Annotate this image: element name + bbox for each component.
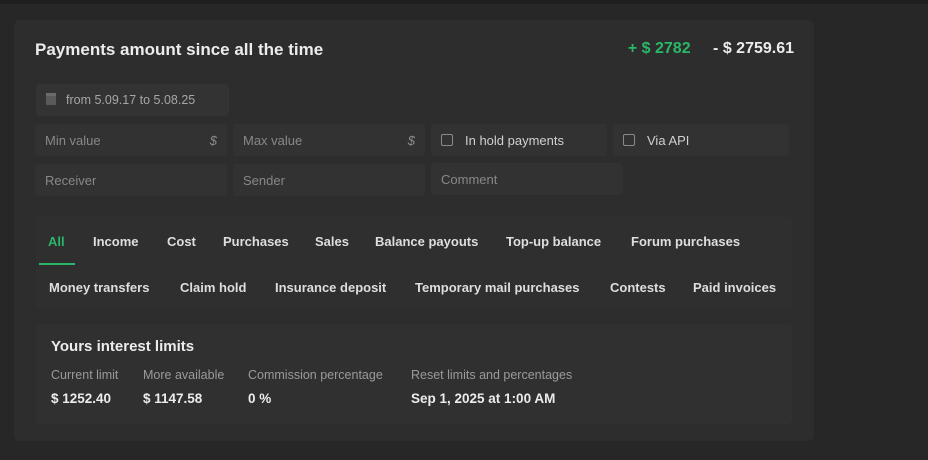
min-value-input[interactable]: Min value $ bbox=[35, 124, 227, 156]
checkbox-icon bbox=[623, 134, 635, 146]
top-bar bbox=[0, 0, 928, 4]
income-total: + $ 2782 bbox=[627, 40, 691, 57]
tab-forum-purchases[interactable]: Forum purchases bbox=[631, 234, 740, 249]
limits-title: Yours interest limits bbox=[51, 338, 195, 355]
more-available-label: More available bbox=[143, 368, 225, 382]
dollar-icon: $ bbox=[407, 132, 415, 148]
reset-label: Reset limits and percentages bbox=[411, 368, 573, 382]
date-range-picker[interactable]: from 5.09.17 to 5.08.25 bbox=[36, 84, 229, 116]
receiver-placeholder: Receiver bbox=[45, 172, 97, 188]
min-value-placeholder: Min value bbox=[45, 132, 101, 148]
max-value-input[interactable]: Max value $ bbox=[233, 124, 425, 156]
active-tab-underline bbox=[39, 263, 75, 265]
max-value-placeholder: Max value bbox=[243, 132, 303, 148]
more-available: More available $ 1147.58 bbox=[143, 368, 224, 406]
tab-insurance-deposit[interactable]: Insurance deposit bbox=[275, 280, 386, 295]
tab-purchases[interactable]: Purchases bbox=[223, 234, 289, 249]
tab-balance-payouts[interactable]: Balance payouts bbox=[375, 234, 478, 249]
page-title: Payments amount since all the time bbox=[35, 40, 324, 59]
cost-total: - $ 2759.61 bbox=[713, 40, 794, 57]
commission-percentage: Commission percentage 0 % bbox=[248, 368, 383, 406]
tab-topup-balance[interactable]: Top-up balance bbox=[506, 234, 601, 249]
reset-limits: Reset limits and percentages Sep 1, 2025… bbox=[411, 368, 572, 406]
payments-panel: Payments amount since all the time + $ 2… bbox=[14, 20, 814, 441]
comment-placeholder: Comment bbox=[441, 171, 498, 187]
checkbox-icon bbox=[441, 134, 453, 146]
receiver-input[interactable]: Receiver bbox=[35, 164, 227, 196]
sender-placeholder: Sender bbox=[243, 172, 285, 188]
type-tabs bbox=[36, 217, 792, 309]
tab-cost[interactable]: Cost bbox=[167, 234, 196, 249]
tab-claim-hold[interactable]: Claim hold bbox=[180, 280, 246, 295]
totals: + $ 2782 - $ 2759.61 bbox=[628, 40, 794, 58]
reset-value: Sep 1, 2025 at 1:00 AM bbox=[411, 391, 556, 406]
in-hold-label: In hold payments bbox=[465, 132, 565, 148]
current-limit: Current limit $ 1252.40 bbox=[51, 368, 118, 406]
interest-limits-card: Yours interest limits Current limit $ 12… bbox=[36, 324, 792, 424]
tab-paid-invoices[interactable]: Paid invoices bbox=[693, 280, 776, 295]
commission-value: 0 % bbox=[248, 391, 272, 406]
comment-input[interactable]: Comment bbox=[431, 163, 623, 195]
tab-temporary-mail-purchases[interactable]: Temporary mail purchases bbox=[415, 280, 580, 295]
more-available-value: $ 1147.58 bbox=[143, 391, 203, 406]
tab-money-transfers[interactable]: Money transfers bbox=[49, 280, 149, 295]
tab-sales[interactable]: Sales bbox=[315, 234, 349, 249]
tab-all[interactable]: All bbox=[48, 234, 65, 249]
panel-header: Payments amount since all the time + $ 2… bbox=[35, 40, 794, 64]
current-limit-label: Current limit bbox=[51, 368, 119, 382]
tab-contests[interactable]: Contests bbox=[610, 280, 666, 295]
tab-income[interactable]: Income bbox=[93, 234, 139, 249]
sender-input[interactable]: Sender bbox=[233, 164, 425, 196]
dollar-icon: $ bbox=[209, 132, 217, 148]
via-api-label: Via API bbox=[647, 132, 690, 148]
calendar-icon bbox=[46, 93, 56, 105]
date-range-text: from 5.09.17 to 5.08.25 bbox=[66, 93, 196, 107]
commission-label: Commission percentage bbox=[248, 368, 383, 382]
current-limit-value: $ 1252.40 bbox=[51, 391, 112, 406]
via-api-checkbox[interactable]: Via API bbox=[613, 124, 789, 156]
in-hold-checkbox[interactable]: In hold payments bbox=[431, 124, 607, 156]
